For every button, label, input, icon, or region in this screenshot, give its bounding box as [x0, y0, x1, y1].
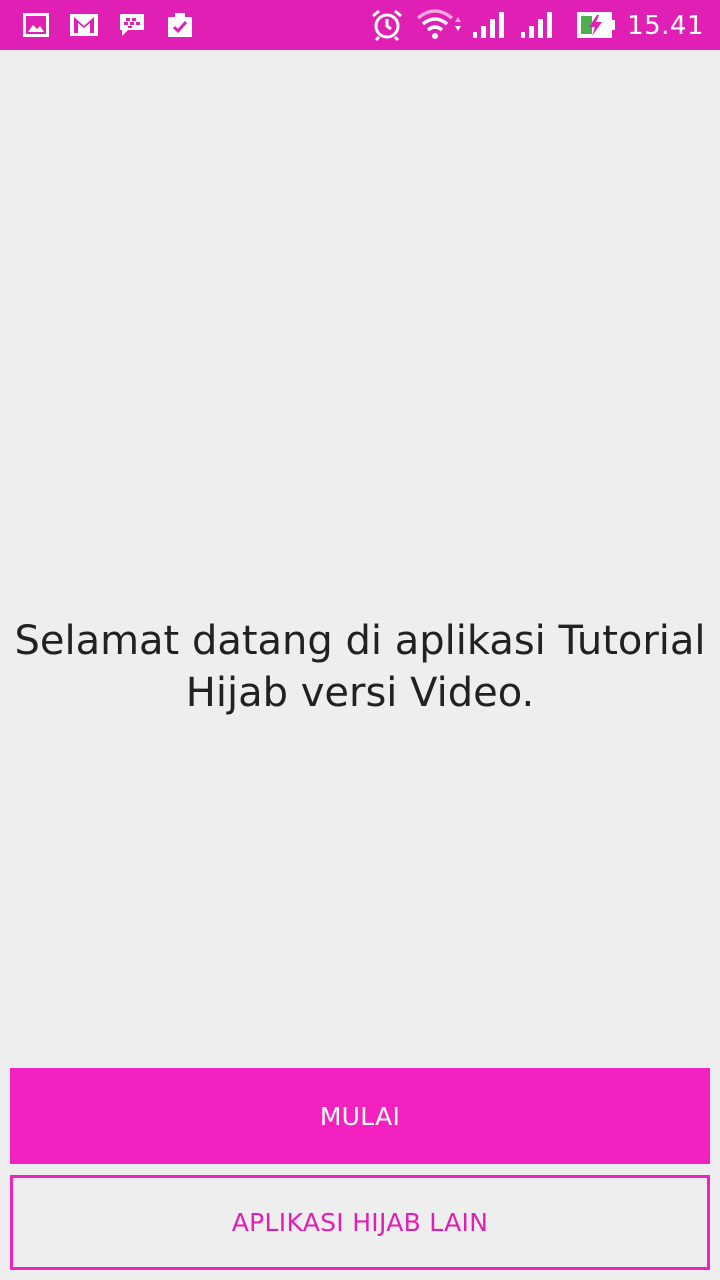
clipboard-check-icon [165, 0, 195, 50]
gallery-icon [22, 0, 50, 50]
welcome-line: Selamat datang di aplikasi Tutorial [14, 618, 706, 664]
other-hijab-apps-button[interactable]: APLIKASI HIJAB LAIN [10, 1175, 710, 1270]
status-bar: 15.41 [0, 0, 720, 50]
bbm-icon [117, 0, 147, 50]
signal-icon [470, 0, 510, 50]
battery-charging-icon [576, 0, 618, 50]
status-time: 15.41 [627, 11, 704, 41]
welcome-message: Selamat datang di aplikasi Tutorial Hija… [0, 615, 720, 719]
wifi-icon [415, 0, 465, 50]
signal-icon [518, 0, 558, 50]
start-button[interactable]: MULAI [10, 1068, 710, 1164]
welcome-line: Hijab versi Video. [185, 670, 535, 716]
gmail-icon [69, 0, 99, 50]
alarm-icon [369, 0, 405, 50]
